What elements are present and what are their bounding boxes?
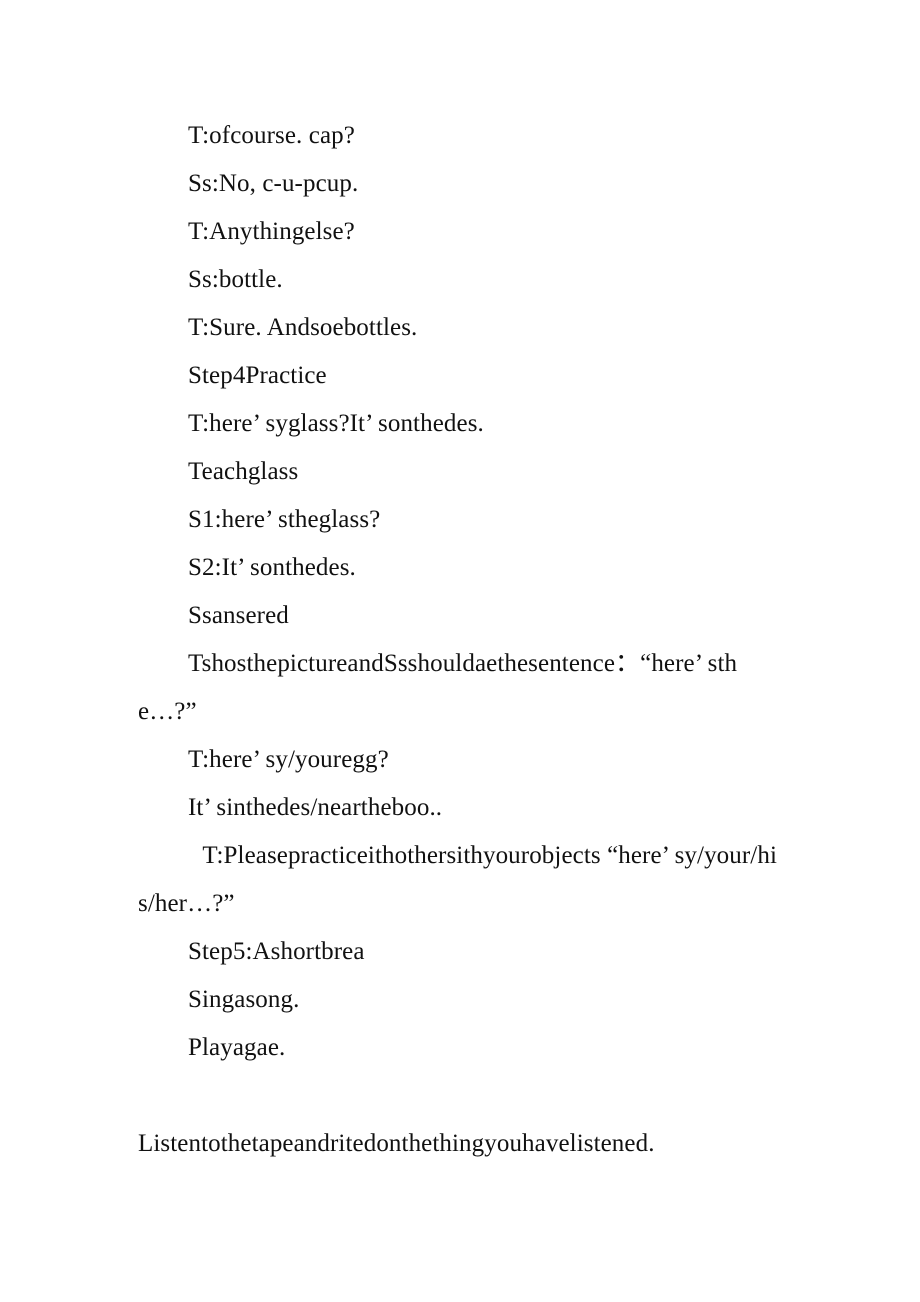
document-text-body: T:ofcourse. cap? Ss:No, c-u-pcup. T:Anyt… (138, 112, 785, 1168)
paragraph-line: Singasong. (188, 986, 300, 1013)
paragraph-line: Playagae. (188, 1034, 286, 1061)
paragraph-line: S1:here’ stheglass? (188, 506, 381, 533)
paragraph-heading-step5: Step5:Ashortbrea (188, 938, 365, 965)
paragraph-line: T:here’ sy/youregg? (188, 746, 389, 773)
paragraph-line: T:Anythingelse? (188, 218, 355, 245)
paragraph-line: It’ sinthedes/neartheboo.. (188, 794, 443, 821)
paragraph-closing-instruction: Listentothetapeandritedonthethingyouhave… (138, 1130, 655, 1157)
document-page: T:ofcourse. cap? Ss:No, c-u-pcup. T:Anyt… (0, 0, 920, 1302)
paragraph-heading-step4: Step4Practice (188, 362, 327, 389)
paragraph-line: T:here’ syglass?It’ sonthedes. (188, 410, 484, 437)
paragraph-line: T:Pleasepracticeithothersithyourobjects … (138, 842, 777, 917)
paragraph-line: T:ofcourse. cap? (188, 122, 355, 149)
paragraph-line: T:Sure. Andsoebottles. (188, 314, 418, 341)
paragraph-line: Ssansered (188, 602, 289, 629)
paragraph-line: Teachglass (188, 458, 299, 485)
paragraph-blank-spacer (138, 1072, 785, 1120)
paragraph-line: TshosthepictureandSsshouldaethesentence：… (138, 650, 738, 725)
paragraph-line: S2:It’ sonthedes. (188, 554, 356, 581)
paragraph-line: Ss:bottle. (188, 266, 283, 293)
paragraph-line: Ss:No, c-u-pcup. (188, 170, 359, 197)
